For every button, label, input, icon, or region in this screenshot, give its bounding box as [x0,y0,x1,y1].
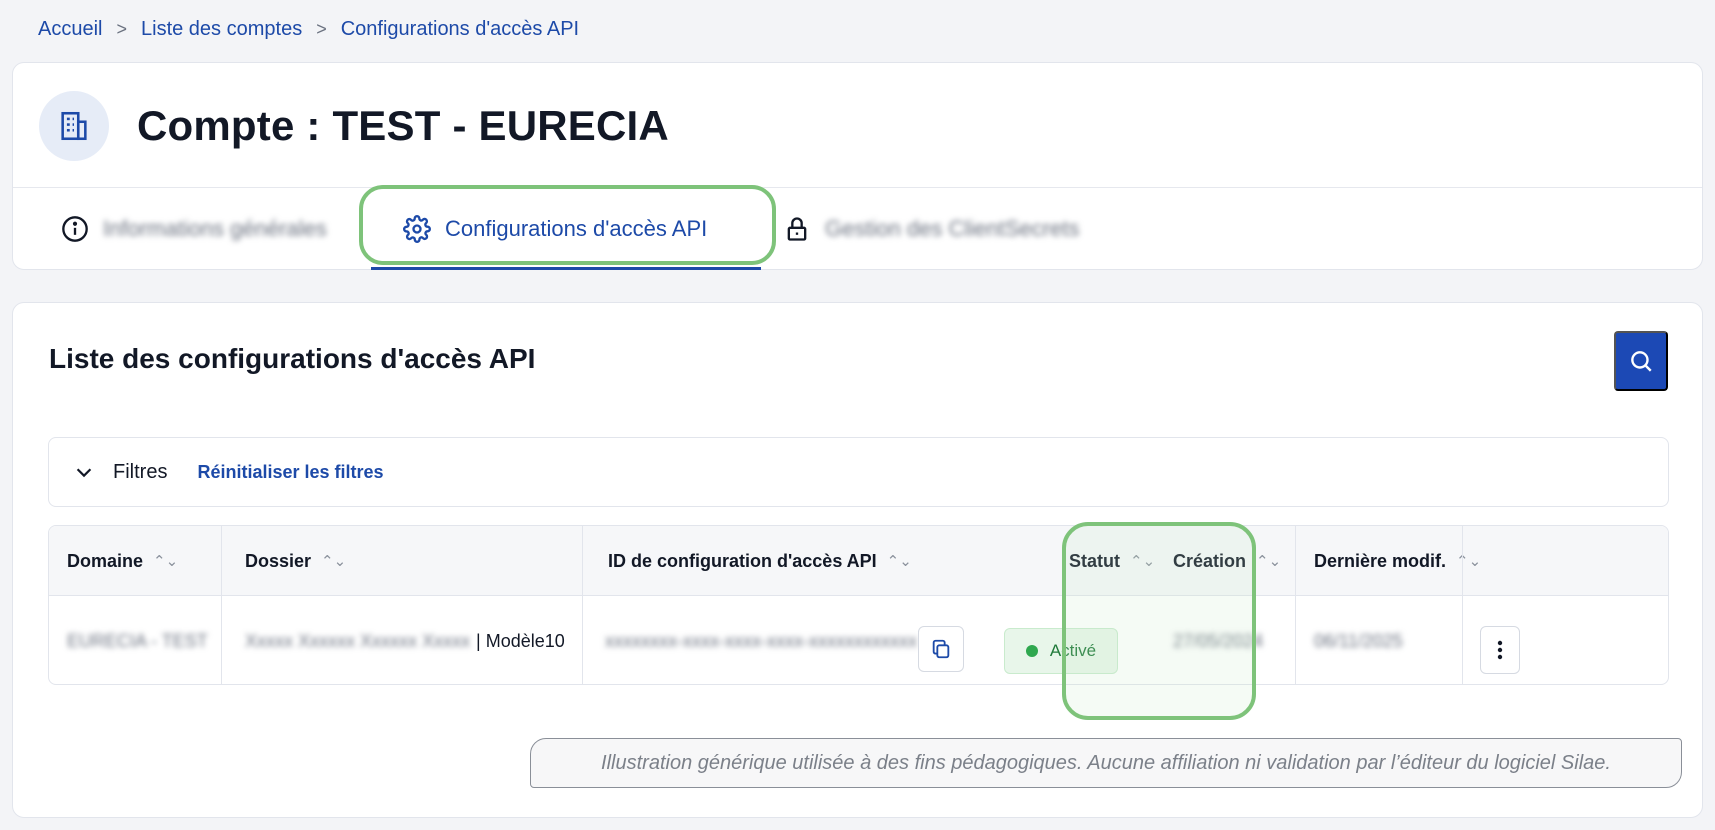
lock-icon [787,217,807,241]
breadcrumb: Accueil > Liste des comptes > Configurat… [38,18,579,41]
disclaimer-note: Illustration générique utilisée à des fi… [530,738,1682,788]
column-header-creation[interactable]: Création ⌃⌄ [1173,526,1281,596]
cell-creation: 27/05/2024 [1173,630,1264,651]
breadcrumb-separator: > [116,19,127,39]
tab-general-info[interactable]: Informations générales [61,188,327,270]
reset-filters-link[interactable]: Réinitialiser les filtres [197,462,383,483]
column-header-domaine[interactable]: Domaine ⌃⌄ [67,526,178,596]
sort-icon: ⌃⌄ [1456,553,1482,570]
column-divider [1462,526,1463,684]
tab-client-secrets[interactable]: Gestion des ClientSecrets [783,188,1079,270]
breadcrumb-accounts[interactable]: Liste des comptes [141,18,302,41]
gear-icon [403,215,431,243]
api-config-table: Domaine ⌃⌄ Dossier ⌃⌄ ID de configuratio… [48,525,1669,685]
status-badge: Activé [1004,628,1118,674]
filters-bar: Filtres Réinitialiser les filtres [48,437,1669,507]
column-header-dossier[interactable]: Dossier ⌃⌄ [245,526,346,596]
building-icon [39,91,109,161]
column-divider [582,526,583,684]
tab-api-config[interactable]: Configurations d'accès API [403,188,707,270]
list-title: Liste des configurations d'accès API [49,343,536,374]
cell-dossier: Xxxxx Xxxxxx Xxxxxx Xxxxx | Modèle10 [245,630,565,651]
tab-client-secrets-label: Gestion des ClientSecrets [825,216,1080,241]
sort-icon: ⌃⌄ [886,553,912,570]
sort-icon: ⌃⌄ [321,553,347,570]
cell-last-modified: 06/11/2025 [1314,630,1403,651]
search-button[interactable] [1614,331,1668,391]
sort-icon: ⌃⌄ [1130,553,1156,570]
copy-icon [932,639,950,659]
account-header: Compte : TEST - EURECIA [39,91,669,161]
tab-api-config-label: Configurations d'accès API [445,216,708,241]
column-divider [1295,526,1296,684]
status-dot [1025,645,1038,657]
tab-general-info-label: Informations générales [103,216,327,241]
sort-icon: ⌃⌄ [153,553,179,570]
copy-button[interactable] [918,626,964,672]
info-icon [62,216,88,242]
breadcrumb-home[interactable]: Accueil [38,18,102,41]
column-header-config-id[interactable]: ID de configuration d'accès API ⌃⌄ [608,526,912,596]
active-tab-indicator [371,267,761,270]
chevron-down-icon[interactable] [73,461,95,483]
column-divider [221,526,222,684]
cell-config-id: xxxxxxxx-xxxx-xxxx-xxxx-xxxxxxxxxxxx [605,630,917,651]
column-header-statut[interactable]: Statut ⌃⌄ [1069,526,1155,596]
filters-label[interactable]: Filtres [113,461,167,484]
breadcrumb-current[interactable]: Configurations d'accès API [341,18,579,41]
cell-domaine: EURECIA - TEST [67,630,208,651]
breadcrumb-separator: > [316,19,327,39]
search-icon [1631,351,1652,372]
column-header-last-modified[interactable]: Dernière modif. ⌃⌄ [1314,526,1481,596]
more-vertical-icon [1497,640,1503,660]
sort-icon: ⌃⌄ [1256,553,1282,570]
account-card: Compte : TEST - EURECIA Informations gén… [12,62,1703,270]
page-title: Compte : TEST - EURECIA [137,102,669,149]
row-actions-button[interactable] [1480,626,1520,674]
